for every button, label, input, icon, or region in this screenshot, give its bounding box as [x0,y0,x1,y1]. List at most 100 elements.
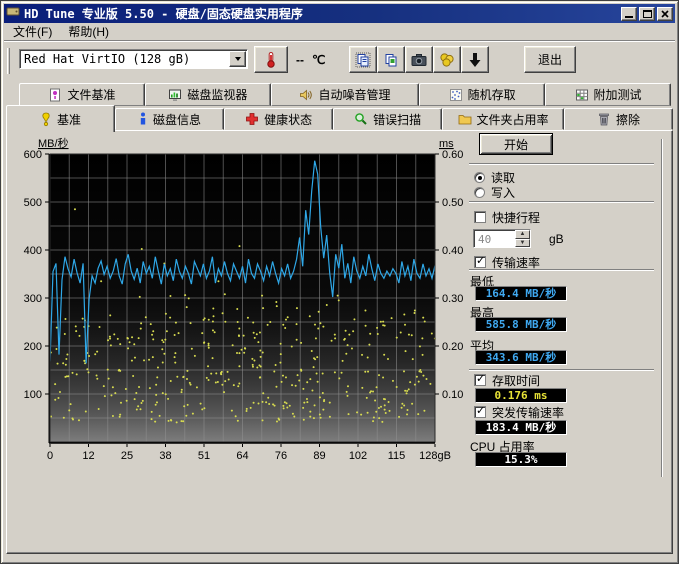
access-time-value: 0.176 ms [475,388,567,403]
svg-text:MB/秒: MB/秒 [38,136,69,150]
folder-icon [458,112,472,126]
transfer-rate-checkbox[interactable]: 传输速率 [474,255,540,269]
temperature-unit: ℃ [312,53,325,67]
tab-erase[interactable]: 擦除 [564,108,673,130]
coins-icon [439,52,455,68]
checkbox-icon [474,374,486,386]
spinner-buttons[interactable]: ▲▼ [515,230,530,247]
svg-text:102: 102 [349,450,367,462]
copy-text-button[interactable] [349,46,377,73]
dropdown-button[interactable] [229,51,246,67]
download-arrow-icon [467,52,483,68]
close-button[interactable] [657,7,673,21]
menu-file[interactable]: 文件(F) [5,22,60,41]
tab-label: 错误扫描 [373,111,421,128]
drive-select[interactable]: Red Hat VirtIO (128 gB) [19,49,248,69]
tab-label: 基准 [57,111,81,128]
cpu-label: CPU 占用率 [470,438,535,451]
checkbox-icon [474,256,486,268]
tab-aam[interactable]: 自动噪音管理 [271,83,419,106]
app-icon [6,4,20,23]
extra-tests-icon [575,88,589,102]
disk-monitor-icon [168,88,182,102]
drive-select-value: Red Hat VirtIO (128 gB) [20,52,229,66]
svg-text:ms: ms [439,138,454,150]
benchmark-page: 6005004003002001000.600.500.400.300.200.… [6,130,673,554]
svg-text:0.50: 0.50 [442,197,463,209]
temperature-button[interactable] [254,46,288,73]
transfer-rate-label: 传输速率 [492,254,540,271]
donate-button[interactable] [433,46,461,73]
avg-label: 平均 [470,337,494,350]
radio-dot-icon [474,172,485,183]
window-title: HD Tune 专业版 5.50 - 硬盘/固态硬盘实用程序 [24,5,617,22]
checkbox-icon [474,406,486,418]
toolbar-gripper [7,48,10,74]
capacity-row: 40 ▲▼ gB [473,229,564,248]
read-radio[interactable]: 读取 [474,170,515,184]
tab-benchmark[interactable]: 基准 [6,105,115,132]
burst-rate-checkbox[interactable]: 突发传输速率 [474,405,564,419]
exit-button[interactable]: 退出 [524,46,576,73]
minimize-icon [625,16,633,18]
write-radio[interactable]: 写入 [474,185,515,199]
svg-text:12: 12 [82,450,94,462]
access-time-checkbox[interactable]: 存取时间 [474,373,540,387]
copy-image-button[interactable] [377,46,405,73]
temperature-value: -- [296,53,304,67]
tab-label: 擦除 [616,111,640,128]
tab-file-benchmark[interactable]: 文件基准 [19,83,145,106]
tab-label: 随机存取 [468,86,516,103]
spinner-down-icon[interactable]: ▼ [515,239,530,248]
max-label: 最高 [470,304,494,317]
thermometer-icon [263,51,279,69]
short-stroke-label: 快捷行程 [492,209,540,226]
svg-text:51: 51 [198,450,210,462]
tab-row-primary: 基准 磁盘信息 健康状态 错误扫描 文件夹占用率 擦除 [6,106,673,130]
save-button[interactable] [461,46,489,73]
app-window: HD Tune 专业版 5.50 - 硬盘/固态硬盘实用程序 文件(F) 帮助(… [0,0,679,564]
svg-text:200: 200 [24,341,42,353]
random-access-icon [449,88,463,102]
copy-text-icon [355,52,371,68]
svg-text:400: 400 [24,245,42,257]
svg-text:0.40: 0.40 [442,245,463,257]
tab-disk-info[interactable]: 磁盘信息 [115,108,224,130]
tab-extra-tests[interactable]: 附加测试 [545,83,671,106]
benchmark-controls: 开始 读取 写入 快捷行程 40 ▲▼ gB [465,133,665,483]
chevron-down-icon [235,57,241,61]
spinner-up-icon[interactable]: ▲ [515,230,530,239]
titlebar: HD Tune 专业版 5.50 - 硬盘/固态硬盘实用程序 [4,4,675,23]
tab-error-scan[interactable]: 错误扫描 [333,108,442,130]
trash-icon [597,112,611,126]
tab-random-access[interactable]: 随机存取 [419,83,545,106]
maximize-button[interactable] [639,7,655,21]
minimize-button[interactable] [621,7,637,21]
tab-health[interactable]: 健康状态 [224,108,333,130]
maximize-icon [643,10,652,18]
tab-label: 文件夹占用率 [477,111,549,128]
svg-text:0.30: 0.30 [442,293,463,305]
svg-text:0.10: 0.10 [442,389,463,401]
screenshot-button[interactable] [405,46,433,73]
short-stroke-checkbox[interactable]: 快捷行程 [474,210,540,224]
svg-text:600: 600 [24,149,42,161]
cpu-value: 15.3% [475,452,567,467]
start-button[interactable]: 开始 [479,133,553,155]
file-benchmark-icon [48,88,62,102]
info-icon [138,112,148,126]
toolbar: Red Hat VirtIO (128 gB) -- ℃ [4,42,675,79]
svg-text:64: 64 [236,450,248,462]
menu-help[interactable]: 帮助(H) [60,22,117,41]
svg-text:25: 25 [121,450,133,462]
svg-text:89: 89 [313,450,325,462]
capacity-spinner[interactable]: 40 ▲▼ [473,229,531,248]
menubar: 文件(F) 帮助(H) [4,23,675,41]
tab-folder-usage[interactable]: 文件夹占用率 [442,108,564,130]
benchmark-chart: 6005004003002001000.600.500.400.300.200.… [9,135,464,467]
benchmark-icon [40,112,52,127]
burst-rate-label: 突发传输速率 [492,404,564,421]
tab-disk-monitor[interactable]: 磁盘监视器 [145,83,271,106]
burst-value: 183.4 MB/秒 [475,420,567,435]
tab-row-secondary: 文件基准 磁盘监视器 自动噪音管理 随机存取 附加测试 [19,83,671,106]
